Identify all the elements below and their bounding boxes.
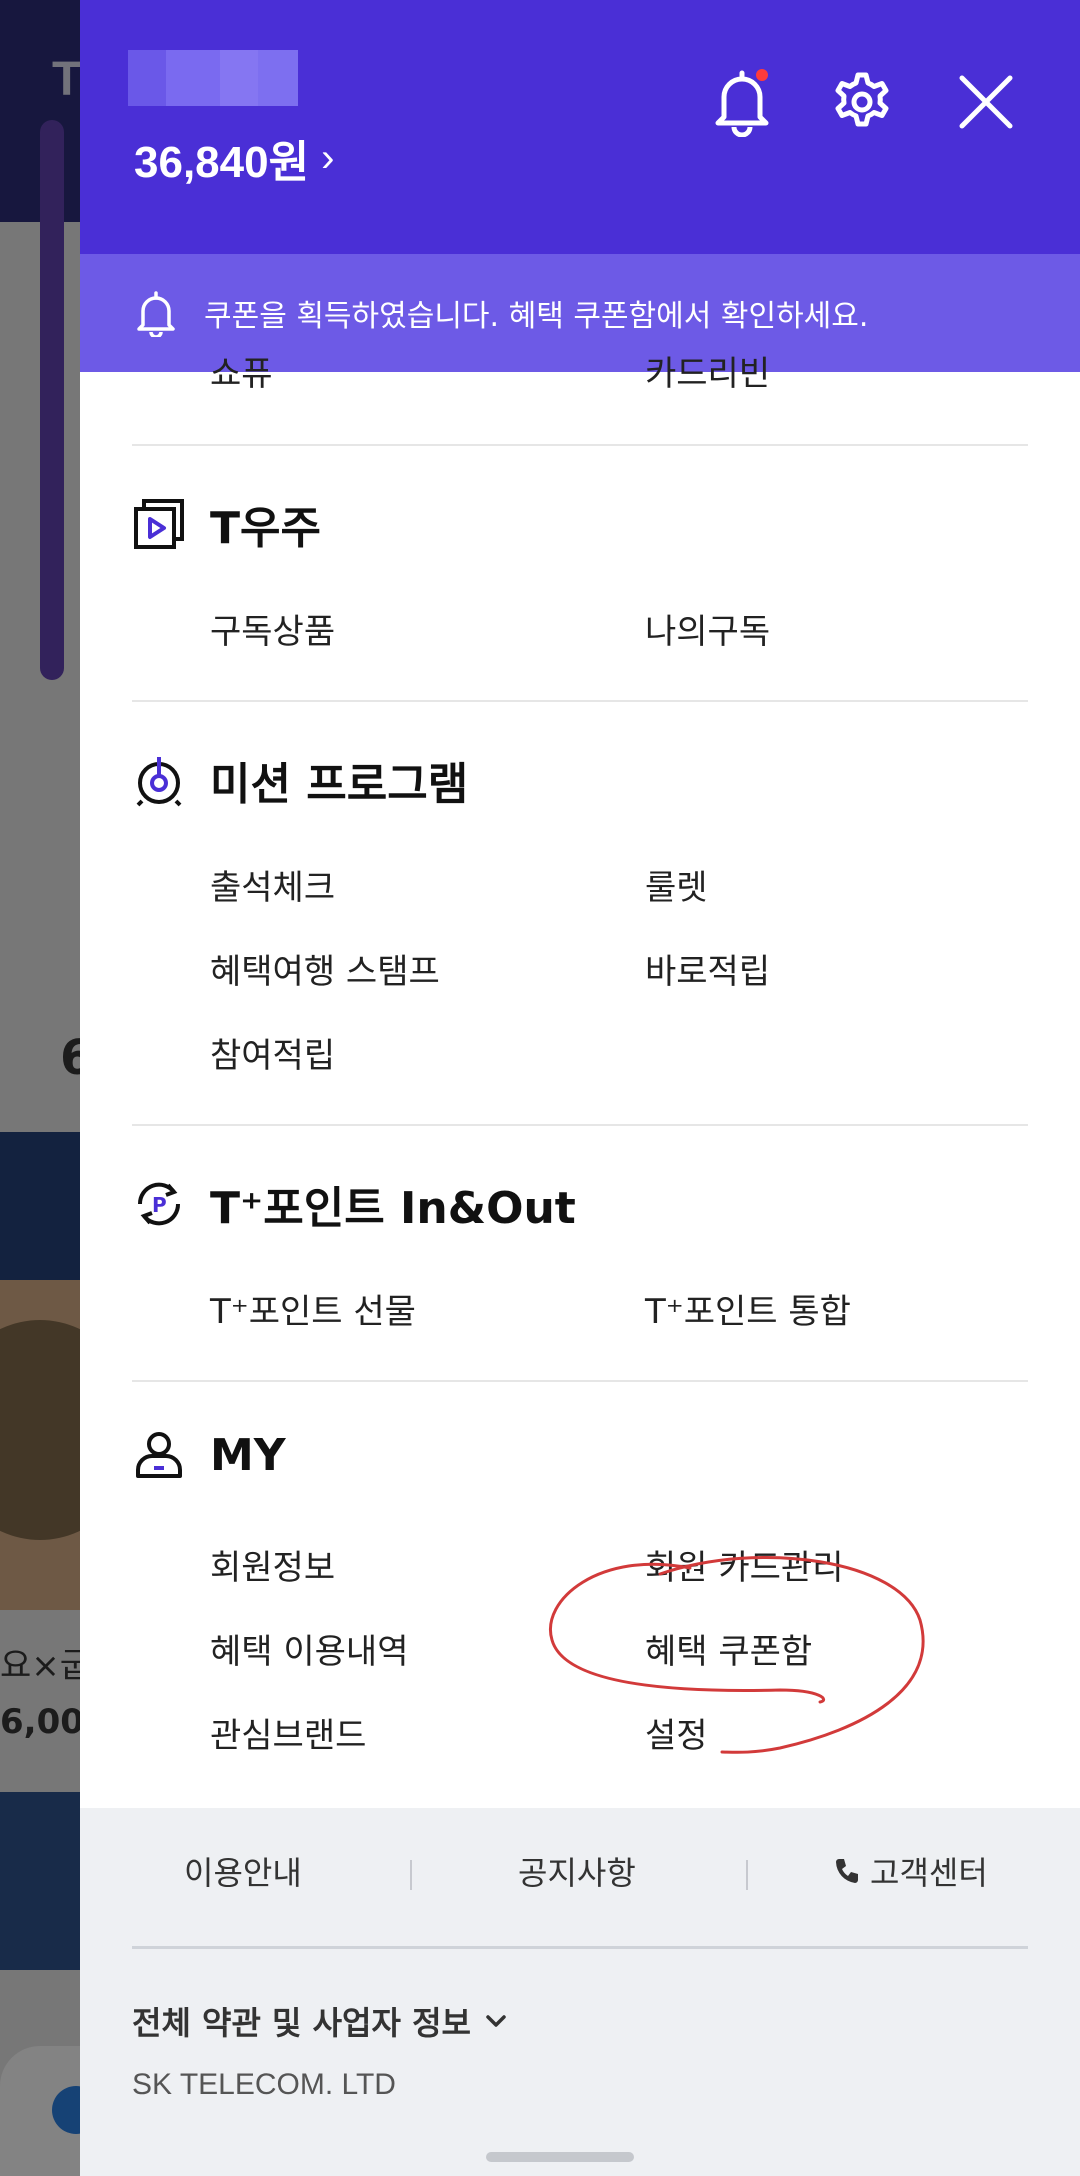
- target-icon: [132, 753, 186, 807]
- points-amount: 36,840원: [134, 138, 310, 187]
- chevron-right-icon: ›: [321, 135, 335, 180]
- notice-text: 쿠폰을 획득하였습니다. 혜택 쿠폰함에서 확인하세요.: [204, 299, 869, 334]
- divider: [132, 1380, 1028, 1382]
- menu-item-benefit-travel-stamp[interactable]: 혜택여행 스탬프: [210, 944, 440, 993]
- footer-links: 이용안내 공지사항 고객센터: [80, 1848, 1080, 1900]
- section-title: T⁺포인트 In&Out: [210, 1183, 576, 1234]
- footer-separator: [746, 1860, 748, 1890]
- terms-label: 전체 약관 및 사업자 정보: [132, 2004, 471, 2042]
- points-balance[interactable]: 36,840원 ›: [134, 126, 334, 190]
- divider: [132, 700, 1028, 702]
- menu-item-my-subscriptions[interactable]: 나의구독: [645, 604, 770, 653]
- svg-text:P: P: [152, 1193, 167, 1217]
- play-box-icon: [132, 497, 186, 551]
- section-title: T우주: [210, 503, 321, 554]
- company-name: SK TELECOM. LTD: [132, 2068, 396, 2101]
- divider: [132, 1124, 1028, 1126]
- partially-hidden-row: 쇼퓨 카드리빈: [210, 352, 1010, 392]
- close-icon: [959, 75, 1013, 129]
- section-mission-header: 미션 프로그램: [132, 748, 468, 812]
- footer-link-notice[interactable]: 공지사항: [518, 1848, 636, 1894]
- section-title: MY: [210, 1429, 286, 1481]
- section-tpoint-header: P T⁺포인트 In&Out: [132, 1172, 576, 1236]
- gear-icon: [835, 72, 889, 127]
- drawer-footer: 이용안내 공지사항 고객센터 전체 약관 및 사업자 정보 SK TELECOM…: [80, 1808, 1080, 2176]
- menu-item-subscription-products[interactable]: 구독상품: [210, 604, 335, 653]
- menu-item-instant-earn[interactable]: 바로적립: [645, 944, 770, 993]
- home-indicator[interactable]: [486, 2152, 634, 2162]
- footer-link-guide[interactable]: 이용안내: [184, 1848, 302, 1894]
- menu-item-member-info[interactable]: 회원정보: [210, 1540, 335, 1589]
- menu-item-tpoint-merge[interactable]: T⁺포인트 통합: [645, 1284, 851, 1333]
- phone-icon: [836, 1859, 858, 1883]
- menu-item-member-card-management[interactable]: 회원 카드관리: [645, 1540, 844, 1589]
- footer-divider: [132, 1946, 1028, 1949]
- section-title: 미션 프로그램: [210, 759, 469, 810]
- footer-link-customer-center[interactable]: 고객센터: [832, 1848, 988, 1894]
- terms-toggle[interactable]: 전체 약관 및 사업자 정보: [132, 1998, 511, 2044]
- blurred-username: [108, 50, 318, 112]
- menu-item-tpoint-gift[interactable]: T⁺포인트 선물: [210, 1284, 416, 1333]
- bell-outline-icon: [137, 291, 175, 337]
- menu-item-participation-earn[interactable]: 참여적립: [210, 1028, 335, 1077]
- menu-item-coupon-box[interactable]: 혜택 쿠폰함: [645, 1624, 812, 1673]
- drawer-header: 36,840원 ›: [80, 0, 1080, 254]
- menu-item-settings[interactable]: 설정: [645, 1708, 708, 1757]
- menu-item-benefit-history[interactable]: 혜택 이용내역: [210, 1624, 409, 1673]
- menu-item-attendance-check[interactable]: 출석체크: [210, 860, 335, 909]
- hidden-item-right[interactable]: 카드리빈: [645, 352, 770, 392]
- chevron-down-icon: [486, 2015, 506, 2027]
- point-exchange-icon: P: [132, 1177, 186, 1231]
- menu-item-favorite-brands[interactable]: 관심브랜드: [210, 1708, 366, 1757]
- close-button[interactable]: [950, 66, 1022, 138]
- customer-center-label: 고객센터: [870, 1854, 988, 1892]
- side-drawer: 36,840원 › 쿠폰을 획득하였습니다. 혜택 쿠폰함에서 확인하세요. 쇼…: [80, 0, 1080, 2176]
- section-my-header: MY: [132, 1428, 286, 1482]
- hidden-item-left[interactable]: 쇼퓨: [210, 352, 273, 392]
- menu-item-roulette[interactable]: 룰렛: [645, 860, 708, 909]
- notification-button[interactable]: [706, 66, 778, 138]
- settings-button[interactable]: [826, 66, 898, 138]
- divider: [132, 444, 1028, 446]
- section-tuniverse-header: T우주: [132, 492, 321, 556]
- bell-icon: [715, 69, 769, 137]
- user-icon: [132, 1428, 186, 1482]
- footer-separator: [410, 1860, 412, 1890]
